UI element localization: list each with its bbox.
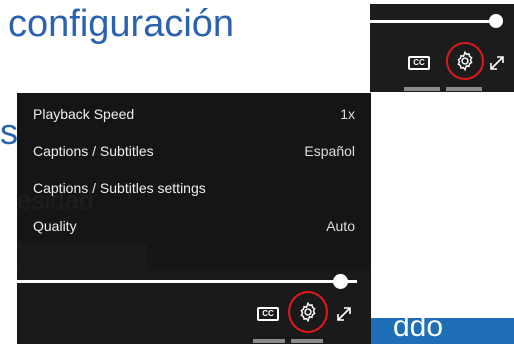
slide-bottom-fragment: ddo [393, 310, 444, 343]
menu-item-value: 1x [340, 106, 355, 122]
menu-item-label: Quality [33, 218, 77, 234]
menu-item-value: Auto [326, 218, 355, 234]
top-captions-button[interactable]: CC [408, 56, 430, 70]
tab-indicator [404, 87, 440, 91]
tab-indicator [446, 87, 482, 91]
slide-title: configuración [8, 3, 235, 45]
menu-item-label: Playback Speed [33, 106, 135, 122]
captions-icon: CC [257, 307, 279, 321]
progress-track[interactable] [17, 280, 357, 283]
menu-item-captions-settings[interactable]: Captions / Subtitles settings [33, 180, 355, 202]
menu-item-label: Captions / Subtitles settings [33, 180, 206, 196]
gear-highlight-circle [446, 42, 484, 80]
slide-banner: ddo [371, 310, 514, 344]
top-progress-track[interactable] [370, 20, 496, 23]
captions-icon: CC [408, 56, 430, 70]
settings-menu: Playback Speed 1x Captions / Subtitles E… [17, 93, 371, 271]
top-player-controls-inset: CC [370, 4, 514, 92]
menu-item-playback-speed[interactable]: Playback Speed 1x [33, 106, 355, 128]
menu-item-captions[interactable]: Captions / Subtitles Español [33, 143, 355, 165]
tab-indicator [253, 339, 285, 343]
menu-item-quality[interactable]: Quality Auto [33, 218, 355, 240]
fullscreen-icon [337, 307, 351, 321]
top-fullscreen-button[interactable] [488, 54, 506, 77]
fullscreen-button[interactable] [335, 305, 353, 328]
tab-indicator [291, 339, 323, 343]
player-control-bar: CC [17, 271, 371, 344]
captions-button[interactable]: CC [257, 307, 279, 321]
menu-item-label: Captions / Subtitles [33, 143, 154, 159]
menu-item-value: Español [304, 143, 355, 159]
progress-handle[interactable] [333, 274, 348, 289]
slide-side-glyph: s [0, 111, 18, 152]
fullscreen-icon [490, 56, 504, 70]
video-player: esidad Playback Speed 1x Captions / Subt… [17, 93, 371, 344]
top-progress-handle[interactable] [489, 14, 503, 28]
gear-highlight-circle [288, 291, 328, 333]
